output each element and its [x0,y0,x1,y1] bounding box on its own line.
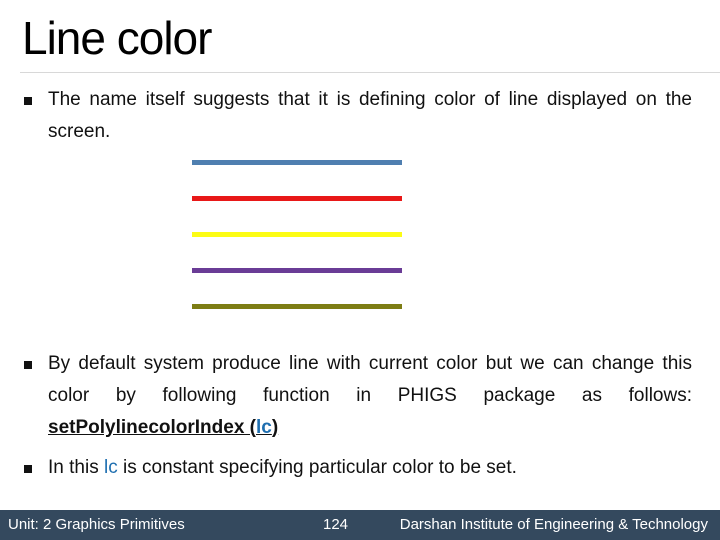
function-name: setPolylinecolorIndex ( [48,417,256,438]
bullet-text: In this lc is constant specifying partic… [48,452,692,484]
function-signature: setPolylinecolorIndex (lc) [48,417,278,438]
color-line-yellow [192,232,402,237]
color-line-purple [192,268,402,273]
bullet-item: The name itself suggests that it is defi… [22,84,692,148]
function-close-paren: ) [271,417,279,438]
bullet-text-start: In this [48,457,104,478]
slide-title: Line color [22,12,212,64]
bullet-item: In this lc is constant specifying partic… [22,452,692,484]
title-divider [20,72,720,73]
color-line-blue [192,160,402,165]
footer-institute: Darshan Institute of Engineering & Techn… [399,516,708,533]
bullet-square-icon [24,97,32,105]
color-line-olive [192,304,402,309]
bullet-text-body: By default system produce line with curr… [48,353,692,406]
footer-unit: Unit: 2 Graphics Primitives [8,516,185,533]
bullet-item: By default system produce line with curr… [22,348,692,444]
function-argument: lc [256,417,272,438]
footer-bar: Unit: 2 Graphics Primitives 124 Darshan … [0,510,720,540]
color-line-samples [192,158,402,309]
bullet-square-icon [24,361,32,369]
footer-page-number: 124 [323,516,349,533]
bullet-text: The name itself suggests that it is defi… [48,89,692,142]
bullet-text-end: is constant specifying particular color … [117,457,517,478]
highlight-lc: lc [103,457,118,478]
bullet-square-icon [24,465,32,473]
color-line-red [192,196,402,201]
bullet-text: By default system produce line with curr… [48,348,692,444]
